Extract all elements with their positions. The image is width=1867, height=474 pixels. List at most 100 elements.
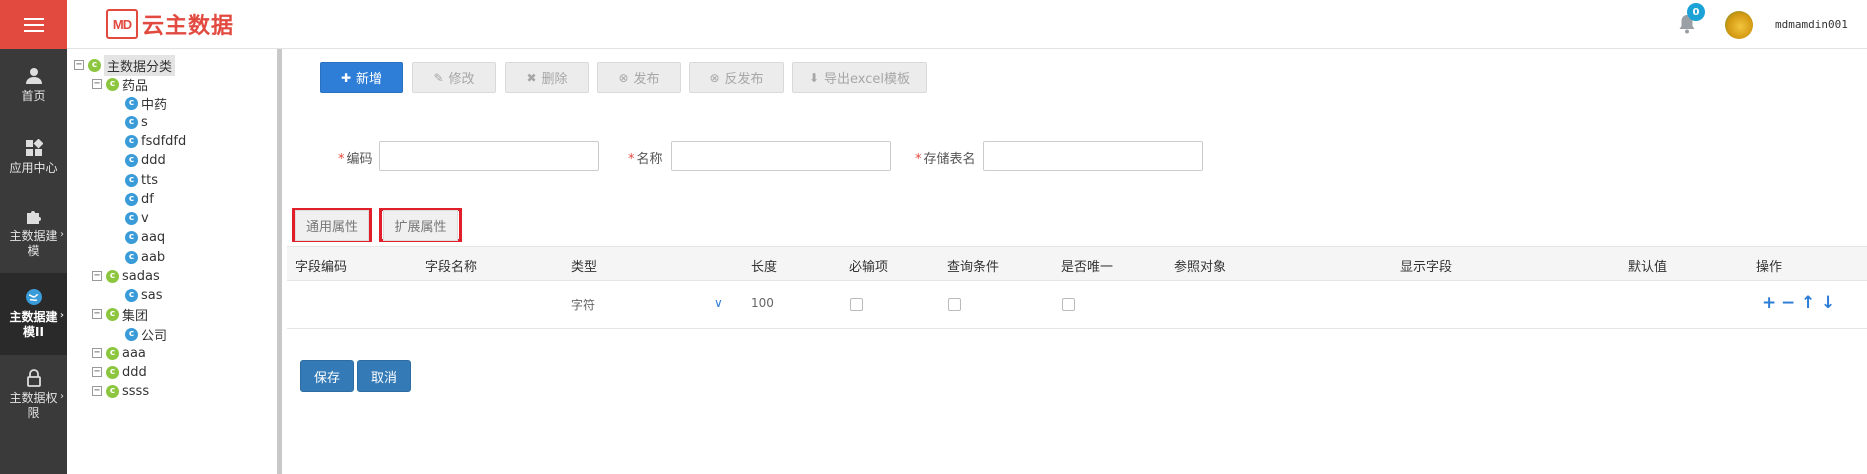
tree-node[interactable]: − c ddd <box>92 362 147 382</box>
app-logo[interactable]: MD 云主数据 <box>106 8 234 40</box>
save-button[interactable]: 保存 <box>300 360 354 392</box>
leaf-node-icon: c <box>125 230 138 244</box>
tree-node-label: v <box>141 210 149 226</box>
arrow-down-icon[interactable]: ↓ <box>1821 293 1835 313</box>
tree-node[interactable]: − c sadas <box>92 266 160 286</box>
tree-node[interactable]: − c 集团 <box>92 304 148 324</box>
sidebar-item-modeling[interactable]: 主数据建模 › <box>0 193 67 273</box>
tree-node-label: 主数据分类 <box>104 54 176 76</box>
collapse-icon[interactable]: − <box>92 386 102 396</box>
chevron-down-icon[interactable]: ∨ <box>714 296 723 310</box>
chevron-right-icon: › <box>60 229 64 240</box>
category-icon: c <box>88 58 101 72</box>
hamburger-icon <box>23 17 44 32</box>
name-input[interactable] <box>671 141 891 171</box>
publish-button[interactable]: ⊗ 发布 <box>597 62 681 93</box>
column-header: 字段名称 <box>425 260 478 275</box>
category-icon: c <box>106 384 119 398</box>
tree-node-label: sas <box>141 287 163 303</box>
chevron-right-icon: › <box>60 391 64 402</box>
tree-node[interactable]: − c ssss <box>92 381 149 401</box>
export-button-label: 导出excel模板 <box>824 72 911 87</box>
tree-node-label: 集团 <box>122 308 149 324</box>
arrow-up-icon[interactable]: ↑ <box>1801 293 1815 313</box>
sidebar-item-modeling-ii[interactable]: 主数据建模II › <box>0 273 67 355</box>
main-content: ✚ 新增 ✎ 修改 ✖ 删除 ⊗ 发布 ⊗ 反发布 ⬇ 导出excel模板 * 编… <box>287 49 1867 474</box>
sidebar-item-label: 首页 <box>21 88 46 103</box>
tree-node[interactable]: c 中药 <box>125 93 167 113</box>
code-input[interactable] <box>379 141 599 171</box>
leaf-node-icon: c <box>125 327 138 341</box>
edit-button-label: 修改 <box>448 72 475 87</box>
logo-text: 云主数据 <box>142 14 235 39</box>
tree-node[interactable]: c aab <box>125 247 165 267</box>
sidebar-item-home[interactable]: 首页 <box>0 49 67 121</box>
collapse-icon[interactable]: − <box>92 271 102 281</box>
tree-node[interactable]: c v <box>125 208 149 228</box>
tree-node[interactable]: c aaq <box>125 227 165 247</box>
tab-extended-properties[interactable]: 扩展属性 <box>379 208 462 242</box>
table-row[interactable]: 字符 ∨ 100 + − ↑ ↓ <box>287 281 1867 329</box>
collapse-icon[interactable]: − <box>92 348 102 358</box>
collapse-icon[interactable]: − <box>92 79 102 89</box>
storage-table-input[interactable] <box>983 141 1203 171</box>
column-header: 显示字段 <box>1400 260 1453 275</box>
tree-node[interactable]: c tts <box>125 170 158 190</box>
export-excel-template-button[interactable]: ⬇ 导出excel模板 <box>792 62 927 93</box>
username[interactable]: mdmamdin001 <box>1775 18 1848 31</box>
type-select[interactable]: 字符 <box>571 296 595 313</box>
sidebar-item-permissions[interactable]: 主数据权限 › <box>0 355 67 435</box>
column-header: 字段编码 <box>295 260 348 275</box>
sidebar-item-label: 主数据建模 <box>9 229 58 258</box>
tree-node[interactable]: − c 药品 <box>92 74 148 94</box>
name-label: * 名称 <box>628 148 663 167</box>
add-row-icon[interactable]: + <box>1762 293 1776 313</box>
required-checkbox[interactable] <box>850 298 863 311</box>
storage-table-label: * 存储表名 <box>915 148 976 167</box>
sidebar-nav: 首页 应用中心 主数据建模 › 主数据建模II › 主数据权限 › <box>0 49 67 474</box>
plus-icon: ✚ <box>340 70 352 85</box>
delete-button[interactable]: ✖ 删除 <box>505 62 589 93</box>
collapse-icon[interactable]: − <box>92 309 102 319</box>
column-header: 查询条件 <box>947 260 1000 275</box>
add-button-label: 新增 <box>356 72 383 87</box>
menu-toggle-button[interactable] <box>0 0 67 49</box>
tab-common-properties[interactable]: 通用属性 <box>292 208 372 242</box>
unique-checkbox[interactable] <box>1062 298 1075 311</box>
column-header: 类型 <box>571 260 598 275</box>
tree-node-label: ddd <box>122 364 147 380</box>
required-mark-icon: * <box>628 152 635 167</box>
tree-node[interactable]: − c aaa <box>92 343 146 363</box>
category-icon: c <box>106 307 119 321</box>
tree-node[interactable]: c 公司 <box>125 324 167 344</box>
tree-root[interactable]: − c 主数据分类 <box>74 54 176 76</box>
leaf-node-icon: c <box>125 173 138 187</box>
required-mark-icon: * <box>915 152 922 167</box>
collapse-icon[interactable]: − <box>74 60 84 70</box>
add-button[interactable]: ✚ 新增 <box>320 62 403 93</box>
cancel-button[interactable]: 取消 <box>357 360 411 392</box>
circle-x-icon: ⊗ <box>709 70 720 85</box>
tree-node[interactable]: c ddd <box>125 150 166 170</box>
tree-node-label: s <box>141 114 148 130</box>
avatar[interactable] <box>1725 11 1753 39</box>
length-cell[interactable]: 100 <box>751 296 774 310</box>
column-header: 默认值 <box>1628 260 1668 275</box>
storage-table-label-text: 存储表名 <box>923 152 976 167</box>
sidebar-item-app-center[interactable]: 应用中心 <box>0 121 67 193</box>
tree-node[interactable]: c fsdfdfd <box>125 131 186 151</box>
unpublish-button[interactable]: ⊗ 反发布 <box>689 62 784 93</box>
tree-node[interactable]: c sas <box>125 285 163 305</box>
publish-button-label: 发布 <box>633 72 660 87</box>
edit-button[interactable]: ✎ 修改 <box>412 62 496 93</box>
collapse-icon[interactable]: − <box>92 367 102 377</box>
query-condition-checkbox[interactable] <box>948 298 961 311</box>
leaf-node-icon: c <box>125 115 138 129</box>
leaf-node-icon: c <box>125 211 138 225</box>
sidebar-item-label: 主数据权限 <box>9 391 58 420</box>
leaf-node-icon: c <box>125 192 138 206</box>
category-icon: c <box>106 346 119 360</box>
tree-node[interactable]: c s <box>125 112 148 132</box>
remove-row-icon[interactable]: − <box>1781 293 1795 313</box>
tree-node[interactable]: c df <box>125 189 154 209</box>
